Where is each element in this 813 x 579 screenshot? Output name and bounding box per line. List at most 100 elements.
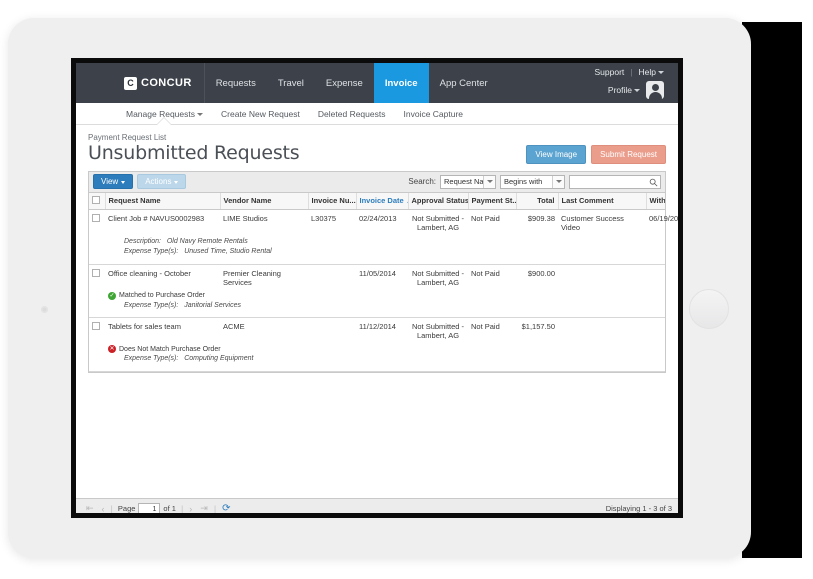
cell-total: $909.38 xyxy=(516,209,558,235)
column-header-last-comment[interactable]: Last Comment xyxy=(558,193,646,210)
first-page-button[interactable]: ⇤ xyxy=(82,503,98,514)
match-status-unmatched: ✕ Does Not Match Purchase Order xyxy=(108,345,662,353)
select-all-checkbox[interactable] xyxy=(92,196,100,204)
cell-request-name: Office cleaning - October xyxy=(105,264,220,290)
search-input[interactable] xyxy=(570,180,660,192)
help-menu[interactable]: Help xyxy=(639,67,664,77)
cell-last-comment xyxy=(558,264,646,290)
nav-item-requests[interactable]: Requests xyxy=(205,63,267,103)
cell-request-name: Tablets for sales team xyxy=(105,318,220,344)
view-button[interactable]: View xyxy=(93,174,133,189)
nav-separator: | xyxy=(630,67,632,77)
detail-expense-label: Expense Type(s): xyxy=(124,302,178,309)
refresh-icon[interactable]: ⟳ xyxy=(218,503,234,514)
subnav-item-create-new-request-label: Create New Request xyxy=(221,109,300,119)
submit-request-button[interactable]: Submit Request xyxy=(591,145,666,164)
detail-description-label: Description: xyxy=(124,238,161,245)
search-field-select[interactable]: Request Name xyxy=(440,175,496,189)
nav-item-invoice-label: Invoice xyxy=(385,78,418,89)
detail-description-value: Old Navy Remote Rentals xyxy=(167,238,248,245)
support-link[interactable]: Support xyxy=(595,67,625,77)
chevron-down-icon xyxy=(197,113,203,116)
view-button-label: View xyxy=(101,177,118,186)
nav-item-requests-label: Requests xyxy=(216,78,256,89)
cell-invoice-date: 02/24/2013 xyxy=(356,209,408,235)
breadcrumb: Payment Request List xyxy=(88,133,666,142)
chevron-down-icon xyxy=(483,176,495,188)
page-total-label: of 1 xyxy=(163,504,176,513)
column-header-request-name[interactable]: Request Name xyxy=(105,193,220,210)
subnav-item-manage-requests[interactable]: Manage Requests xyxy=(126,109,203,119)
nav-item-app-center-label: App Center xyxy=(440,78,488,89)
cell-vendor-name: ACME xyxy=(220,318,308,344)
detail-expense-types: Expense Type(s): Janitorial Services xyxy=(108,301,662,311)
view-image-button[interactable]: View Image xyxy=(526,145,586,164)
row-select-cell xyxy=(89,318,105,344)
grid-toolbar: View Actions Search: Request Name Begins… xyxy=(89,172,665,193)
cell-request-name: Client Job # NAVUS0002983 xyxy=(105,209,220,235)
previous-page-button[interactable]: ‹ xyxy=(98,504,109,514)
profile-menu[interactable]: Profile xyxy=(608,85,640,95)
column-header-payment-status[interactable]: Payment St... xyxy=(468,193,516,210)
subnav-item-create-new-request[interactable]: Create New Request xyxy=(221,109,300,119)
search-area: Search: Request Name Begins with xyxy=(408,175,661,189)
chevron-down-icon xyxy=(174,181,178,184)
cell-with-user-since: 06/19/2014 xyxy=(646,209,665,235)
subnav-item-invoice-capture-label: Invoice Capture xyxy=(403,109,463,119)
chevron-down-icon xyxy=(634,89,640,92)
cell-vendor-name: Premier Cleaning Services xyxy=(220,264,308,290)
table-row[interactable]: Office cleaning - October Premier Cleani… xyxy=(89,264,665,290)
actions-button-label: Actions xyxy=(145,177,171,186)
chevron-down-icon xyxy=(552,176,564,188)
screenshot-stage: C CONCUR Requests Travel Expense Invoice… xyxy=(0,0,813,579)
select-all-header xyxy=(89,193,105,210)
cell-last-comment: Customer Success Video xyxy=(558,209,646,235)
detail-description: Description: Old Navy Remote Rentals xyxy=(108,237,662,247)
help-menu-label: Help xyxy=(639,67,656,77)
concur-logo-text: CONCUR xyxy=(141,77,192,89)
row-checkbox[interactable] xyxy=(92,269,100,277)
table-row[interactable]: Tablets for sales team ACME 11/12/2014 N… xyxy=(89,318,665,344)
column-header-invoice-number[interactable]: Invoice Nu... xyxy=(308,193,356,210)
row-detail-cell: Description: Old Navy Remote Rentals Exp… xyxy=(105,235,665,263)
row-checkbox[interactable] xyxy=(92,214,100,222)
column-header-approval-status[interactable]: Approval Status xyxy=(408,193,468,210)
column-header-invoice-date[interactable]: Invoice Date ▲ xyxy=(356,193,408,210)
subnav-item-invoice-capture[interactable]: Invoice Capture xyxy=(403,109,463,119)
column-header-vendor-name[interactable]: Vendor Name xyxy=(220,193,308,210)
nav-item-app-center[interactable]: App Center xyxy=(429,63,499,103)
concur-logo[interactable]: C CONCUR xyxy=(76,63,205,103)
chevron-down-icon xyxy=(658,71,664,74)
actions-button[interactable]: Actions xyxy=(137,174,186,189)
column-header-invoice-date-label: Invoice Date xyxy=(360,196,404,205)
front-camera-icon xyxy=(41,306,48,313)
tablet-screen: C CONCUR Requests Travel Expense Invoice… xyxy=(71,58,683,518)
row-checkbox[interactable] xyxy=(92,322,100,330)
subnav-item-manage-requests-label: Manage Requests xyxy=(126,109,195,119)
page-label: Page xyxy=(118,504,136,513)
tablet-device-frame: C CONCUR Requests Travel Expense Invoice… xyxy=(8,18,751,558)
last-page-button[interactable]: ⇥ xyxy=(196,503,212,514)
cell-total: $1,157.50 xyxy=(516,318,558,344)
nav-item-expense[interactable]: Expense xyxy=(315,63,374,103)
detail-expense-types: Expense Type(s): Unused Time, Studio Ren… xyxy=(108,247,662,257)
cell-payment-status: Not Paid xyxy=(468,264,516,290)
nav-item-travel[interactable]: Travel xyxy=(267,63,315,103)
device-backdrop-top xyxy=(742,8,802,22)
cell-with-user-since xyxy=(646,318,665,344)
column-header-with-user-since[interactable]: With User Si... xyxy=(646,193,665,210)
search-icon xyxy=(649,178,658,187)
cell-last-comment xyxy=(558,318,646,344)
page-number-input[interactable]: 1 xyxy=(138,503,160,515)
column-header-total[interactable]: Total xyxy=(516,193,558,210)
cell-total: $900.00 xyxy=(516,264,558,290)
subnav-item-deleted-requests[interactable]: Deleted Requests xyxy=(318,109,386,119)
avatar[interactable] xyxy=(646,81,664,99)
search-operator-select[interactable]: Begins with xyxy=(500,175,565,189)
table-row-details: ✓ Matched to Purchase Order Expense Type… xyxy=(89,290,665,317)
detail-expense-types: Expense Type(s): Computing Equipment xyxy=(108,354,662,364)
nav-item-invoice[interactable]: Invoice xyxy=(374,63,429,103)
table-row[interactable]: Client Job # NAVUS0002983 LIME Studios L… xyxy=(89,209,665,235)
home-button[interactable] xyxy=(689,289,729,329)
next-page-button[interactable]: › xyxy=(185,504,196,514)
